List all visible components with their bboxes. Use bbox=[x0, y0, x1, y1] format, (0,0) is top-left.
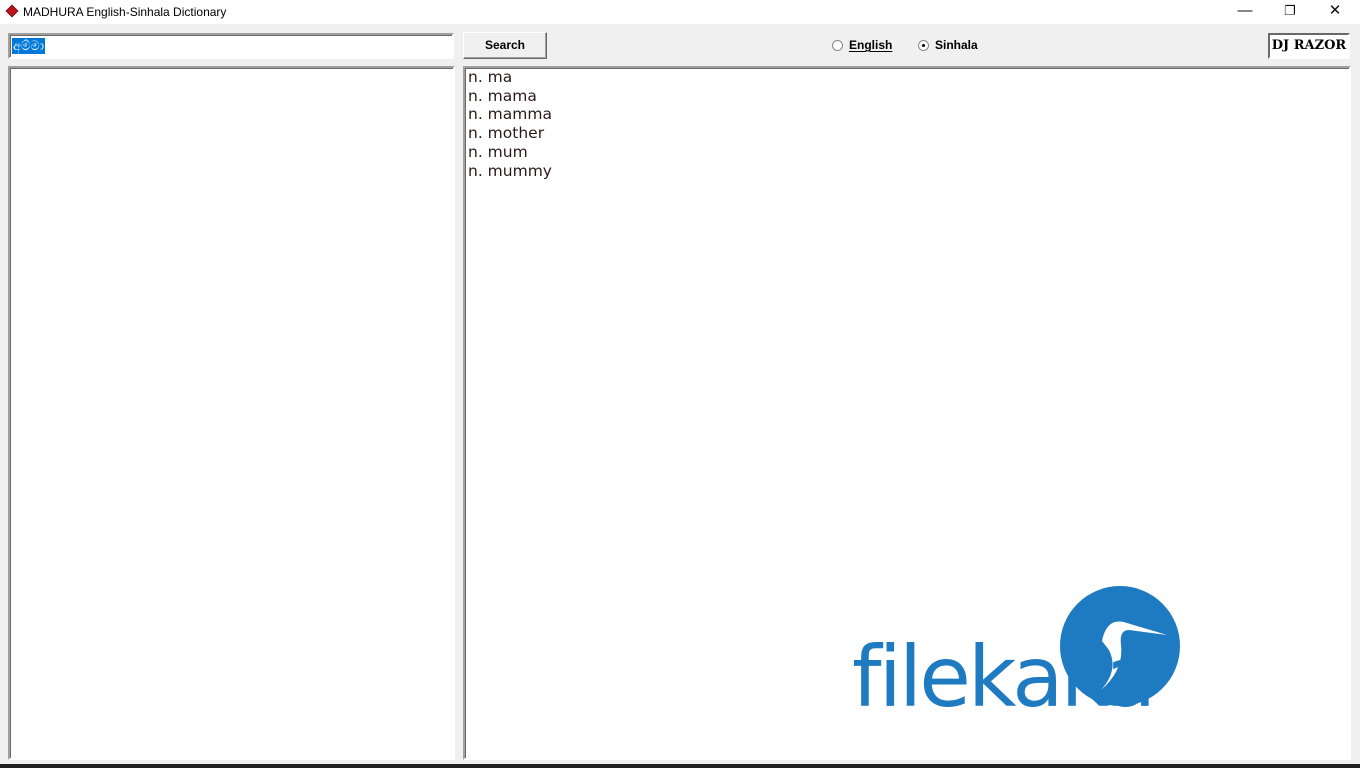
dj-razor-badge: DJ RAZOR bbox=[1268, 33, 1350, 59]
svg-text:filekaka: filekaka bbox=[852, 628, 1153, 711]
book-icon bbox=[5, 4, 19, 18]
search-button[interactable]: Search bbox=[463, 32, 547, 59]
definition-item: n. mother bbox=[468, 124, 545, 143]
radio-english-label: English bbox=[849, 38, 893, 52]
definition-item: n. mama bbox=[468, 86, 537, 105]
minimize-button[interactable]: — bbox=[1222, 0, 1268, 24]
restore-button[interactable]: ❐ bbox=[1267, 0, 1313, 24]
definition-item: n. mummy bbox=[468, 161, 552, 180]
definition-item: n. ma bbox=[468, 68, 513, 86]
radio-selected-icon bbox=[918, 39, 929, 51]
definition-item: n. mum bbox=[468, 142, 528, 161]
radio-english[interactable]: English bbox=[832, 38, 892, 52]
radio-sinhala[interactable]: Sinhala bbox=[918, 38, 978, 52]
search-input-value: අම්මා bbox=[12, 38, 45, 54]
bottom-edge bbox=[0, 764, 1360, 768]
definition-item: n. mamma bbox=[468, 105, 552, 124]
word-list[interactable] bbox=[8, 66, 455, 760]
close-button[interactable]: ✕ bbox=[1312, 0, 1358, 24]
filekaka-watermark-logo: filekaka bbox=[852, 586, 1180, 711]
search-input[interactable]: අම්මා bbox=[8, 33, 454, 59]
window-title: MADHURA English-Sinhala Dictionary bbox=[23, 5, 227, 19]
radio-circle-icon bbox=[832, 39, 843, 51]
title-bar: MADHURA English-Sinhala Dictionary — ❐ ✕ bbox=[0, 0, 1360, 24]
radio-sinhala-label: Sinhala bbox=[935, 38, 978, 52]
